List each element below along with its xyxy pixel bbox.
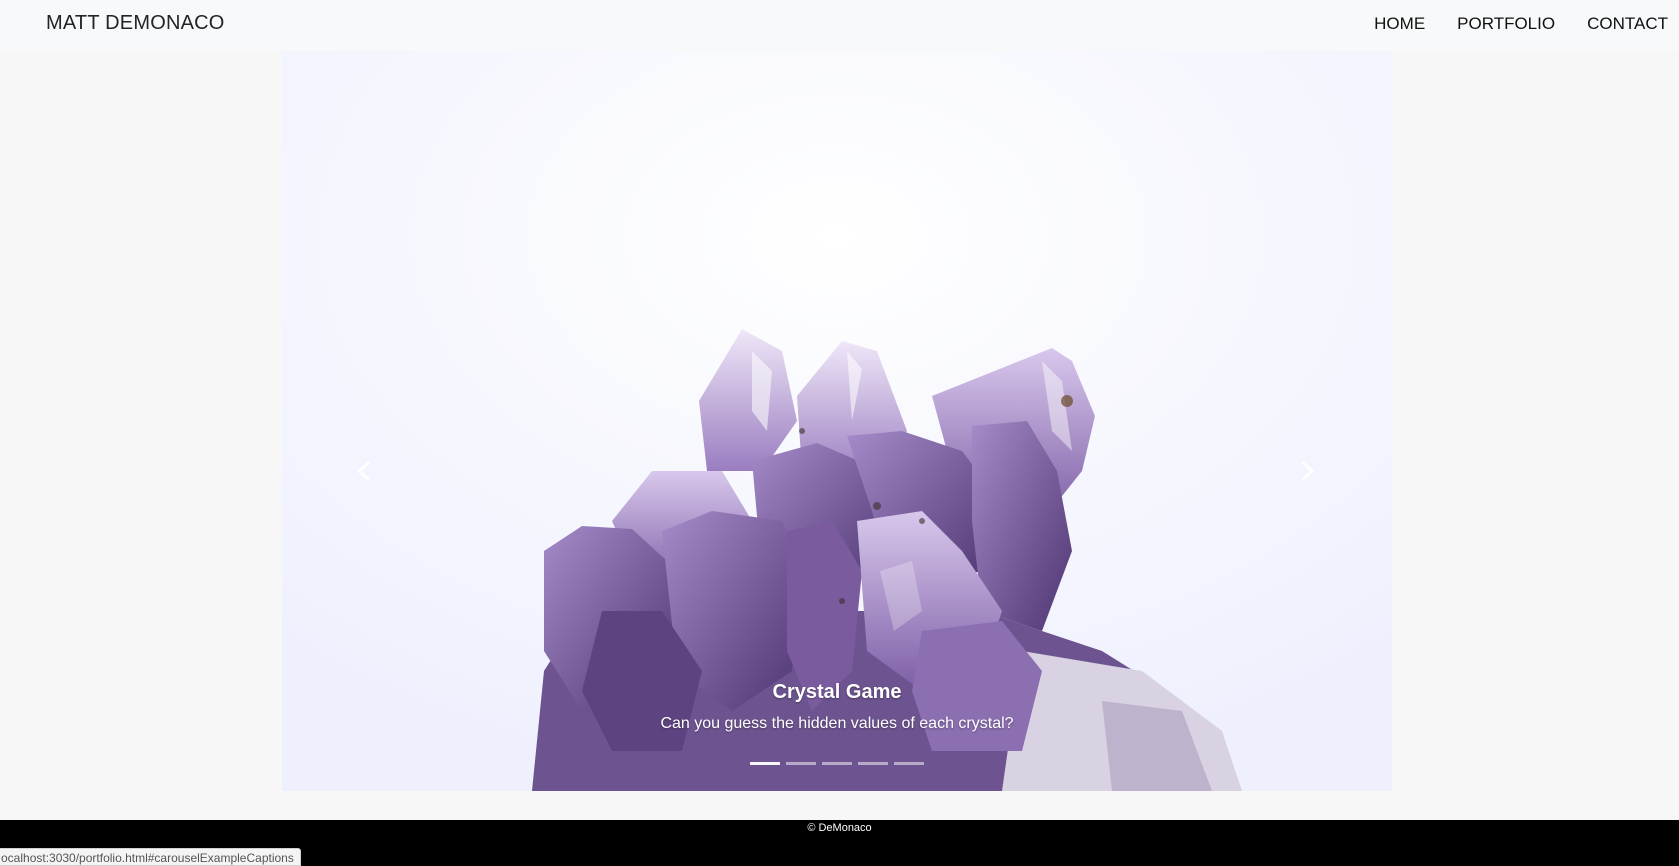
chevron-left-icon — [356, 460, 371, 482]
nav-link-contact[interactable]: CONTACT — [1587, 14, 1668, 34]
nav-link-home[interactable]: HOME — [1374, 14, 1425, 34]
carousel-indicator-1[interactable] — [750, 762, 780, 765]
carousel-indicator-2[interactable] — [786, 762, 816, 765]
brand-logo[interactable]: MATT DEMONACO — [46, 12, 225, 35]
carousel-prev-button[interactable] — [344, 446, 384, 496]
carousel-indicator-4[interactable] — [858, 762, 888, 765]
nav-links: HOME PORTFOLIO CONTACT — [1374, 14, 1668, 34]
carousel-indicators — [282, 762, 1392, 765]
browser-status-url: ocalhost:3030/portfolio.html#carouselExa… — [0, 848, 301, 866]
footer-copyright: © DeMonaco — [807, 822, 872, 834]
carousel-caption-text: Can you guess the hidden values of each … — [660, 715, 1014, 732]
chevron-right-icon — [1300, 460, 1315, 482]
carousel-indicator-5[interactable] — [894, 762, 924, 765]
portfolio-carousel: Crystal Game Can you guess the hidden va… — [282, 51, 1392, 791]
top-navbar: MATT DEMONACO HOME PORTFOLIO CONTACT — [0, 0, 1679, 50]
carousel-indicator-3[interactable] — [822, 762, 852, 765]
carousel-next-button[interactable] — [1287, 446, 1327, 496]
carousel-slide-image — [282, 51, 1392, 791]
carousel-caption-title: Crystal Game — [772, 681, 902, 703]
nav-link-portfolio[interactable]: PORTFOLIO — [1457, 14, 1555, 34]
